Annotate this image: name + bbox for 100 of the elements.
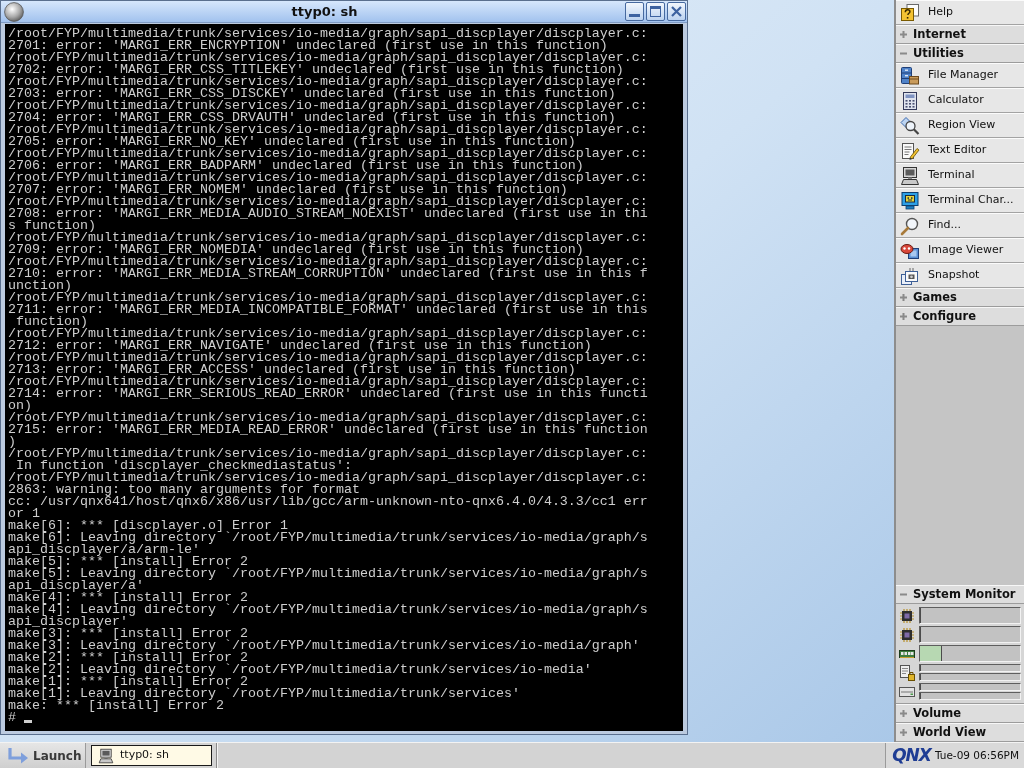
orb-icon[interactable] bbox=[4, 1, 24, 22]
terminal-line: In function 'discplayer_checkmediastatus': bbox=[16, 460, 352, 472]
terminal-line: make[5]: *** [install] Error 2 bbox=[8, 556, 248, 568]
terminal-line: /root/FYP/multimedia/trunk/services/io-media/graph/sapi_discplayer/discplayer.c: bbox=[8, 352, 649, 364]
terminal-line: /root/FYP/multimedia/trunk/services/io-media/graph/sapi_discplayer/discplayer.c: bbox=[8, 412, 649, 424]
terminal-line: /root/FYP/multimedia/trunk/services/io-media/graph/sapi_discplayer/discplayer.c: bbox=[8, 376, 649, 388]
category-header[interactable]: Configure bbox=[896, 307, 1024, 326]
terminal-line: 2715: error: 'MARGI_ERR_MEDIA_READ_ERROR' undeclared (first use in this function bbox=[8, 424, 649, 436]
terminal-line: make[5]: Leaving directory `/root/FYP/multimedia/trunk/services/io-media/graph/s bbox=[8, 568, 649, 580]
terminal-line: /root/FYP/multimedia/trunk/services/io-media/graph/sapi_discplayer/discplayer.c: bbox=[8, 100, 649, 112]
search-icon bbox=[900, 215, 920, 236]
terminal-line: /root/FYP/multimedia/trunk/services/io-media/graph/sapi_discplayer/discplayer.c: bbox=[8, 472, 649, 484]
arrow-icon bbox=[7, 747, 29, 764]
terminal-line: 2709: error: 'MARGI_ERR_NOMEDIA' undeclared (first use in this function) bbox=[8, 244, 584, 256]
launcher-item[interactable]: Text Editor bbox=[896, 138, 1024, 163]
category-header[interactable]: Internet bbox=[896, 25, 1024, 44]
maximize-icon bbox=[650, 6, 661, 17]
terminal-line: 2705: error: 'MARGI_ERR_NO_KEY' undeclared (first use in this function) bbox=[8, 136, 576, 148]
terminal-line: on) bbox=[8, 400, 32, 412]
terminal-line: function) bbox=[16, 316, 88, 328]
terminal-line: make: *** [install] Error 2 bbox=[8, 700, 225, 712]
terminal-line: ) bbox=[8, 436, 16, 448]
terminal-line: unction) bbox=[8, 280, 72, 292]
launcher-item[interactable]: Snapshot bbox=[896, 263, 1024, 288]
terminal-line: api_discplayer/a/arm-le' bbox=[8, 544, 200, 556]
monitor-icon bbox=[900, 190, 920, 211]
chip-icon bbox=[899, 626, 915, 643]
terminal-line: /root/FYP/multimedia/trunk/services/io-media/graph/sapi_discplayer/discplayer.c: bbox=[8, 52, 649, 64]
terminal-line: /root/FYP/multimedia/trunk/services/io-media/graph/sapi_discplayer/discplayer.c: bbox=[8, 292, 649, 304]
shell-prompt: # bbox=[8, 712, 16, 724]
terminal-line: 2707: error: 'MARGI_ERR_NOMEM' undeclared (first use in this function) bbox=[8, 184, 568, 196]
launcher-item[interactable]: Terminal bbox=[896, 163, 1024, 188]
close-button[interactable] bbox=[667, 2, 686, 21]
terminal-line: api_discplayer/a' bbox=[8, 580, 144, 592]
terminal-line: s function) bbox=[8, 220, 96, 232]
terminal-line: /root/FYP/multimedia/trunk/services/io-media/graph/sapi_discplayer/discplayer.c: bbox=[8, 148, 649, 160]
launch-button[interactable]: Launch bbox=[0, 743, 86, 768]
minimize-button[interactable] bbox=[625, 2, 644, 21]
photo-frames-icon bbox=[900, 265, 920, 286]
terminal-line: /root/FYP/multimedia/trunk/services/io-media/graph/sapi_discplayer/discplayer.c: bbox=[8, 328, 649, 340]
terminal-line: 2706: error: 'MARGI_ERR_BADPARM' undeclared (first use in this function) bbox=[8, 160, 584, 172]
terminal-line: make[6]: *** [discplayer.o] Error 1 bbox=[8, 520, 288, 532]
terminal-line: 2703: error: 'MARGI_ERR_CSS_DISCKEY' undeclared (first use in this function) bbox=[8, 88, 616, 100]
terminal-line: make[4]: *** [install] Error 2 bbox=[8, 592, 248, 604]
terminal-line: make[2]: Leaving directory `/root/FYP/multimedia/trunk/services/io-media' bbox=[8, 664, 593, 676]
diamond-magnifier-icon bbox=[900, 115, 920, 136]
terminal-line: /root/FYP/multimedia/trunk/services/io-media/graph/sapi_discplayer/discplayer.c: bbox=[8, 172, 649, 184]
launcher-item[interactable]: Calculator bbox=[896, 88, 1024, 113]
category-header[interactable]: System Monitor bbox=[896, 585, 1024, 604]
window-title: ttyp0: sh bbox=[291, 2, 358, 21]
launcher-item[interactable]: File Manager bbox=[896, 63, 1024, 88]
launcher-item[interactable]: Terminal Char... bbox=[896, 188, 1024, 213]
terminal-line: make[1]: Leaving directory `/root/FYP/multimedia/trunk/services' bbox=[8, 688, 521, 700]
text-cursor bbox=[24, 720, 32, 723]
terminal-line: /root/FYP/multimedia/trunk/services/io-media/graph/sapi_discplayer/discplayer.c: bbox=[8, 448, 649, 460]
terminal-line: 2711: error: 'MARGI_ERR_MEDIA_INCOMPATIBLE_FORMAT' undeclared (first use in this bbox=[8, 304, 649, 316]
terminal-line: 2710: error: 'MARGI_ERR_MEDIA_STREAM_CORRUPTION' undeclared (first use in this f bbox=[8, 268, 649, 280]
category-header[interactable]: Games bbox=[896, 288, 1024, 307]
terminal-line: make[6]: Leaving directory `/root/FYP/multimedia/trunk/services/io-media/graph/s bbox=[8, 532, 649, 544]
clock: Tue-09 06:56PM bbox=[934, 747, 1019, 763]
terminal-line: 2712: error: 'MARGI_ERR_NAVIGATE' undeclared (first use in this function) bbox=[8, 340, 592, 352]
task-button[interactable]: ttyp0: sh bbox=[91, 745, 212, 766]
terminal-line: or 1 bbox=[8, 508, 40, 520]
terminal-line: /root/FYP/multimedia/trunk/services/io-media/graph/sapi_discplayer/discplayer.c: bbox=[8, 124, 649, 136]
terminal-line: 2701: error: 'MARGI_ERR_ENCRYPTION' undeclared (first use in this function) bbox=[8, 40, 608, 52]
terminal-line: make[3]: Leaving directory `/root/FYP/multimedia/trunk/services/io-media/graph' bbox=[8, 640, 641, 652]
launcher-item[interactable]: Image Viewer bbox=[896, 238, 1024, 263]
terminal-line: cc: /usr/qnx641/host/qnx6/x86/usr/lib/gcc/arm-unknown-nto-qnx6.4.0/4.3.3/cc1 err bbox=[8, 496, 649, 508]
launcher-item[interactable]: Help bbox=[896, 0, 1024, 25]
logo: QNX bbox=[892, 743, 931, 767]
launcher-item[interactable]: Region View bbox=[896, 113, 1024, 138]
terminal-line: /root/FYP/multimedia/trunk/services/io-media/graph/sapi_discplayer/discplayer.c: bbox=[8, 256, 649, 268]
maximize-button[interactable] bbox=[646, 2, 665, 21]
help-icon bbox=[900, 2, 920, 23]
minimize-icon bbox=[629, 14, 640, 17]
document-pencil-icon bbox=[900, 140, 920, 161]
terminal-line: 2713: error: 'MARGI_ERR_ACCESS' undeclared (first use in this function) bbox=[8, 364, 576, 376]
terminal-line: make[1]: *** [install] Error 2 bbox=[8, 676, 248, 688]
category-header[interactable]: World View bbox=[896, 723, 1024, 742]
terminal-line: make[3]: *** [install] Error 2 bbox=[8, 628, 248, 640]
category-header[interactable]: Volume bbox=[896, 704, 1024, 723]
terminal-line: api_discplayer' bbox=[8, 616, 128, 628]
computer-icon bbox=[98, 747, 114, 764]
terminal-line: make[2]: *** [install] Error 2 bbox=[8, 652, 248, 664]
terminal-line: /root/FYP/multimedia/trunk/services/io-media/graph/sapi_discplayer/discplayer.c: bbox=[8, 28, 649, 40]
chip-icon bbox=[899, 607, 915, 624]
terminal-line: /root/FYP/multimedia/trunk/services/io-media/graph/sapi_discplayer/discplayer.c: bbox=[8, 76, 649, 88]
terminal-line: 2863: warning: too many arguments for format bbox=[8, 484, 360, 496]
category-header[interactable]: Utilities bbox=[896, 44, 1024, 63]
calculator-icon bbox=[900, 90, 920, 111]
terminal-line: 2704: error: 'MARGI_ERR_CSS_DRVAUTH' undeclared (first use in this function) bbox=[8, 112, 616, 124]
file-cabinet-icon bbox=[900, 65, 920, 86]
launcher-item[interactable]: Find... bbox=[896, 213, 1024, 238]
terminal-line: 2714: error: 'MARGI_ERR_SERIOUS_READ_ERROR' undeclared (first use in this functi bbox=[8, 388, 649, 400]
document-lock-icon bbox=[899, 664, 915, 681]
close-icon bbox=[671, 6, 682, 17]
terminal-line: /root/FYP/multimedia/trunk/services/io-media/graph/sapi_discplayer/discplayer.c: bbox=[8, 196, 649, 208]
computer-icon bbox=[900, 165, 920, 186]
terminal-line: 2702: error: 'MARGI_ERR_CSS_TITLEKEY' undeclared (first use in this function) bbox=[8, 64, 624, 76]
terminal-line: 2708: error: 'MARGI_ERR_MEDIA_AUDIO_STREAM_NOEXIST' undeclared (first use in thi bbox=[8, 208, 649, 220]
